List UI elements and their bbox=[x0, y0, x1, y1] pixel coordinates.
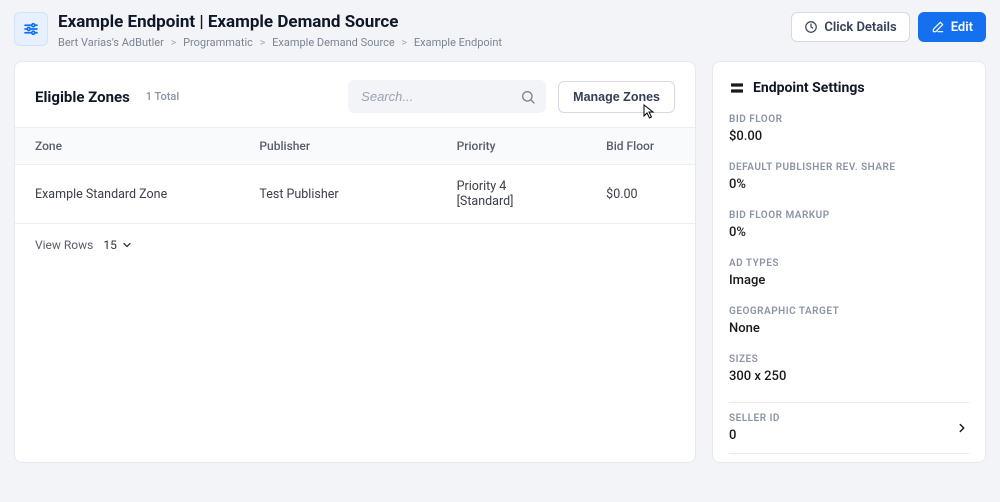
setting-label: BID FLOOR bbox=[729, 114, 969, 125]
breadcrumb-item[interactable]: Programmatic bbox=[183, 36, 253, 49]
column-bid-floor[interactable]: Bid Floor bbox=[586, 128, 695, 165]
breadcrumb-item[interactable]: Example Demand Source bbox=[272, 36, 395, 49]
search-input[interactable] bbox=[348, 80, 546, 113]
breadcrumb: Bert Varias's AdButler > Programmatic > … bbox=[58, 36, 791, 49]
settings-icon bbox=[729, 80, 745, 96]
column-priority[interactable]: Priority bbox=[437, 128, 587, 165]
view-rows-label: View Rows bbox=[35, 238, 93, 252]
click-details-label: Click Details bbox=[824, 21, 896, 34]
setting-value: 0% bbox=[729, 177, 969, 192]
setting-label: AD TYPES bbox=[729, 258, 969, 269]
search-box bbox=[348, 80, 546, 113]
setting-geo-target: GEOGRAPHIC TARGET None bbox=[729, 306, 969, 336]
setting-markup: BID FLOOR MARKUP 0% bbox=[729, 210, 969, 240]
chevron-right-icon bbox=[955, 421, 969, 435]
click-details-button[interactable]: Click Details bbox=[791, 12, 909, 42]
breadcrumb-item[interactable]: Example Endpoint bbox=[414, 36, 502, 49]
table-row[interactable]: Example Standard Zone Test Publisher Pri… bbox=[15, 165, 695, 224]
setting-label: DEFAULT PUBLISHER REV. SHARE bbox=[729, 162, 969, 173]
cell-bid-floor: $0.00 bbox=[586, 165, 695, 224]
endpoint-settings-panel: Endpoint Settings BID FLOOR $0.00 DEFAUL… bbox=[712, 61, 986, 463]
edit-icon bbox=[931, 20, 945, 34]
endpoint-icon bbox=[14, 12, 48, 46]
page-title: Example Endpoint | Example Demand Source bbox=[58, 12, 791, 32]
cell-publisher: Test Publisher bbox=[239, 165, 436, 224]
setting-value: None bbox=[729, 321, 969, 336]
rows-per-page-selector[interactable]: 15 bbox=[103, 238, 133, 252]
manage-zones-button[interactable]: Manage Zones bbox=[558, 81, 675, 113]
setting-value: $0.00 bbox=[729, 129, 969, 144]
zones-table: Zone Publisher Priority Bid Floor Exampl… bbox=[15, 127, 695, 224]
column-zone[interactable]: Zone bbox=[15, 128, 239, 165]
setting-value: 300 x 250 bbox=[729, 369, 969, 384]
breadcrumb-sep: > bbox=[401, 36, 407, 49]
search-icon bbox=[520, 89, 536, 105]
setting-label: GEOGRAPHIC TARGET bbox=[729, 306, 969, 317]
setting-bid-floor: BID FLOOR $0.00 bbox=[729, 114, 969, 144]
setting-sizes: SIZES 300 x 250 bbox=[729, 354, 969, 384]
breadcrumb-item[interactable]: Bert Varias's AdButler bbox=[58, 36, 164, 49]
column-publisher[interactable]: Publisher bbox=[239, 128, 436, 165]
breadcrumb-sep: > bbox=[260, 36, 266, 49]
endpoint-settings-title: Endpoint Settings bbox=[753, 80, 865, 96]
eligible-zones-panel: Eligible Zones 1 Total Manage Zones Zone… bbox=[14, 61, 696, 463]
setting-label: SELLER ID bbox=[729, 413, 955, 424]
seller-id-row[interactable]: SELLER ID 0 bbox=[729, 402, 969, 454]
view-rows-control: View Rows 15 bbox=[15, 224, 695, 270]
setting-value: Image bbox=[729, 273, 969, 288]
setting-value: 0% bbox=[729, 225, 969, 240]
eligible-zones-title: Eligible Zones bbox=[35, 88, 130, 106]
setting-label: BID FLOOR MARKUP bbox=[729, 210, 969, 221]
clock-icon bbox=[804, 20, 818, 34]
cell-priority: Priority 4 [Standard] bbox=[437, 165, 587, 224]
breadcrumb-sep: > bbox=[171, 36, 177, 49]
chevron-down-icon bbox=[121, 239, 133, 251]
setting-value: 0 bbox=[729, 428, 955, 443]
setting-rev-share: DEFAULT PUBLISHER REV. SHARE 0% bbox=[729, 162, 969, 192]
rows-value: 15 bbox=[103, 238, 117, 252]
cell-zone: Example Standard Zone bbox=[15, 165, 239, 224]
eligible-zones-total: 1 Total bbox=[146, 90, 179, 103]
page-header: Example Endpoint | Example Demand Source… bbox=[0, 0, 1000, 61]
setting-ad-types: AD TYPES Image bbox=[729, 258, 969, 288]
setting-label: SIZES bbox=[729, 354, 969, 365]
edit-button[interactable]: Edit bbox=[918, 12, 986, 42]
edit-label: Edit bbox=[951, 21, 973, 34]
